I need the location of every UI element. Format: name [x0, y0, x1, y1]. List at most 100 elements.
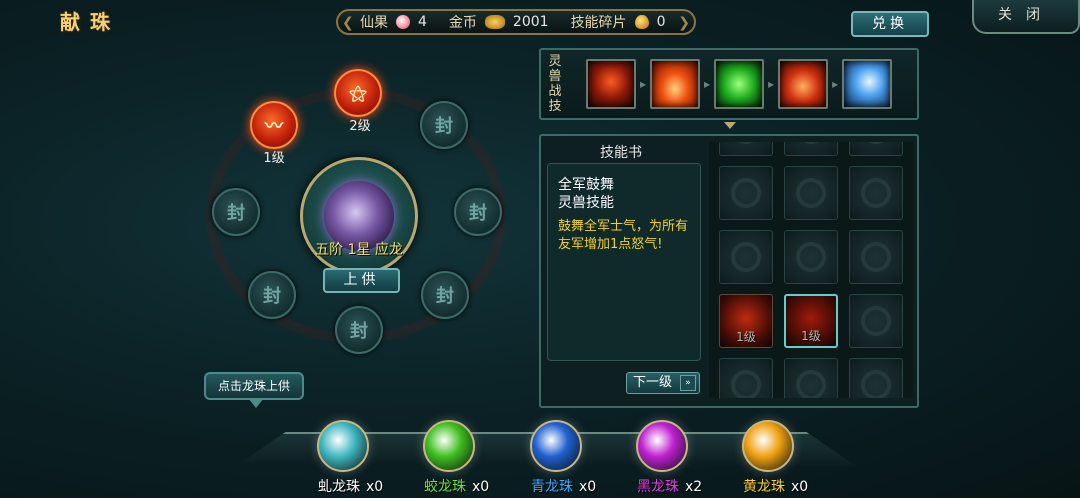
locked-slot-icon — [796, 242, 826, 272]
skill-slot[interactable] — [849, 294, 903, 348]
locked-slot-icon — [731, 178, 761, 208]
page-title: 献珠 — [60, 10, 120, 34]
arrow-right-icon: ▸ — [832, 77, 839, 91]
close-button[interactable]: 关闭 — [972, 0, 1080, 34]
skill-slot-level: 1级 — [736, 330, 756, 344]
arrow-right-icon: ▸ — [704, 77, 711, 91]
skill-slot[interactable] — [784, 166, 838, 220]
orb-slot-bottom[interactable]: 封 — [335, 306, 383, 354]
skill-book-title: 技能书 — [600, 145, 642, 161]
lightning-skill-icon[interactable] — [842, 59, 893, 109]
arrow-right-icon: ▸ — [640, 77, 647, 91]
skill-slot[interactable]: 1级 — [784, 294, 838, 348]
dragon-pearl-name: 黄龙珠 — [743, 479, 785, 495]
dragon-pearl-icon[interactable] — [742, 420, 794, 472]
dragon-pearl-name: 黑龙珠 — [637, 479, 679, 495]
locked-slot-icon — [796, 142, 826, 144]
locked-slot-icon — [731, 142, 761, 144]
green-dragon-skill-icon[interactable] — [714, 59, 765, 109]
spirit-skills-row: ▸ ▸ ▸ ▸ — [586, 59, 893, 109]
orb-slot-top[interactable]: ⚝ — [334, 69, 382, 117]
orb-slot-upper-left-level: 1级 — [263, 151, 285, 166]
skill-slot[interactable] — [849, 358, 903, 398]
locked-slot-icon — [861, 142, 891, 144]
skill-slot[interactable] — [719, 230, 773, 284]
orb-slot-lower-right[interactable]: 封 — [421, 271, 469, 319]
offer-button[interactable]: 上供 — [323, 268, 400, 293]
skill-shard-icon — [634, 15, 649, 29]
skill-description: 鼓舞全军士气，为所有友军增加1点怒气! — [558, 219, 689, 252]
skill-slot[interactable] — [849, 142, 903, 156]
locked-slot-icon — [731, 370, 761, 398]
locked-slot-icon — [861, 370, 891, 398]
dragon-rank-label: 五阶 1星 应龙 — [315, 242, 403, 258]
dragon-pearl-icon[interactable] — [423, 420, 475, 472]
hint-bubble: 点击龙珠上供 — [204, 372, 304, 400]
dragon-pearl-label: 黑龙珠 x2 — [637, 476, 702, 496]
orb-slot-top-wrap: ⚝ 2级 — [334, 69, 384, 134]
ornament-right-icon: ❯ — [678, 15, 690, 31]
resource-label-fruit: 仙果 — [360, 15, 388, 31]
dragon-pearl-icon[interactable] — [636, 420, 688, 472]
dragon-pearl-label: 青龙珠 x0 — [531, 476, 596, 496]
resource-value-gold: 2001 — [512, 14, 549, 30]
dragon-pearl-count: x0 — [579, 479, 597, 495]
dragon-pearl-label: 蛟龙珠 x0 — [424, 476, 489, 496]
fire-warrior-skill-icon[interactable] — [778, 59, 829, 109]
skill-name: 全军鼓舞 — [558, 177, 614, 193]
skill-description-box: 全军鼓舞 灵兽技能 鼓舞全军士气，为所有友军增加1点怒气! — [547, 163, 701, 361]
hint-bubble-tail — [248, 398, 264, 408]
double-chevron-icon: » — [680, 375, 696, 391]
next-level-button[interactable]: 下一级 » — [626, 372, 700, 394]
orb-slot-upper-left[interactable]: 〰 — [250, 101, 298, 149]
locked-slot-icon — [861, 306, 891, 336]
skill-type: 灵兽技能 — [558, 195, 614, 211]
skill-slot[interactable] — [784, 358, 838, 398]
exchange-button[interactable]: 兑换 — [851, 11, 929, 37]
locked-slot-icon — [796, 178, 826, 208]
dragon-pearl-icon[interactable] — [530, 420, 582, 472]
panel-pointer-icon — [724, 122, 736, 129]
dragon-pearl-name: 蛟龙珠 — [424, 479, 466, 495]
skill-slot[interactable] — [784, 142, 838, 156]
gold-coin-icon — [484, 15, 505, 29]
skill-slot[interactable] — [849, 166, 903, 220]
orb-slot-left[interactable]: 封 — [212, 188, 260, 236]
orb-slot-lower-left[interactable]: 封 — [248, 271, 296, 319]
orb-slot-right[interactable]: 封 — [454, 188, 502, 236]
dragon-pearl-name: 虬龙珠 — [318, 479, 360, 495]
skill-slot[interactable] — [719, 166, 773, 220]
dragon-pearl-count: x0 — [472, 479, 490, 495]
dragon-pearl-icon[interactable] — [317, 420, 369, 472]
resource-label-gold: 金币 — [448, 15, 477, 31]
locked-slot-icon — [861, 242, 891, 272]
skill-slot[interactable] — [719, 142, 773, 156]
resource-label-shard: 技能碎片 — [570, 15, 627, 31]
skill-slot[interactable] — [719, 358, 773, 398]
locked-slot-icon — [731, 242, 761, 272]
resource-bar: ❮ 仙果 4 金币 2001 技能碎片 0 ❯ — [336, 9, 696, 35]
fire-pillar-skill-icon[interactable] — [650, 59, 701, 109]
skill-grid: 1级 1级 — [709, 142, 913, 398]
skill-slot[interactable] — [784, 230, 838, 284]
dragon-pearl-count: x2 — [685, 479, 703, 495]
orb-slot-top-level: 2级 — [349, 119, 371, 134]
arrow-right-icon: ▸ — [768, 77, 775, 91]
demon-face-skill-icon[interactable] — [586, 59, 636, 109]
dragon-pearl-count: x0 — [791, 479, 809, 495]
resource-value-shard: 0 — [656, 14, 666, 30]
locked-slot-icon — [796, 370, 826, 398]
dragon-pearl-count: x0 — [366, 479, 384, 495]
dragon-pearl-label: 黄龙珠 x0 — [743, 476, 808, 496]
skill-slot-level: 1级 — [801, 329, 821, 343]
skill-slot[interactable]: 1级 — [719, 294, 773, 348]
resource-value-fruit: 4 — [418, 14, 427, 30]
spirit-skills-tag: 灵兽战技 — [548, 54, 562, 114]
orb-slot-upper-right[interactable]: 封 — [420, 101, 468, 149]
dragon-pearl-name: 青龙珠 — [531, 479, 573, 495]
ornament-left-icon: ❮ — [342, 15, 354, 31]
next-level-label: 下一级 — [633, 375, 673, 390]
dragon-pearl-label: 虬龙珠 x0 — [318, 476, 383, 496]
skill-slot[interactable] — [849, 230, 903, 284]
fairy-fruit-icon — [396, 15, 410, 29]
